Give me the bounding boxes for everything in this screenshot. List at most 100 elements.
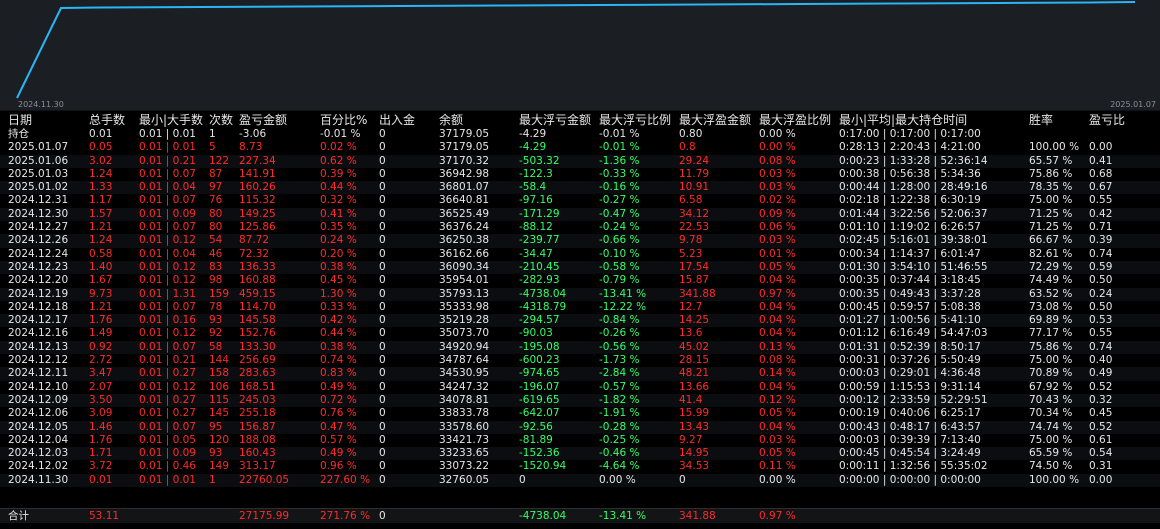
row-min-max-lots: 0.01 | 0.16 [139,314,196,327]
row-max-float-loss: -1520.94 [519,460,567,473]
row-pl-ratio: 0.68 [1089,167,1113,180]
row-max-float-loss-pct: -2.84 % [599,367,640,380]
daily-rows: 2025.01.07 0.05 0.01 | 0.01 5 8.73 0.02 % 0 371… [0,141,1160,488]
row-max-float-profit-pct: 0.04 % [759,314,796,327]
row-percent: 0.47 % [320,420,357,433]
row-pl-ratio: 0.74 [1089,247,1113,260]
row-max-float-profit: 17.54 [679,260,710,273]
row-balance: 32760.05 [439,473,490,486]
row-win-rate: 78.35 % [1029,181,1073,194]
row-pl-ratio: 0.52 [1089,420,1113,433]
row-min-max-lots: 0.01 | 0.04 [139,247,196,260]
row-percent: 0.72 % [320,393,357,406]
row-pl-ratio: 0.74 [1089,340,1113,353]
row-min-max-lots: 0.01 | 0.09 [139,207,196,220]
row-max-float-loss-pct: -0.25 % [599,433,640,446]
row-total-lots: 1.76 [89,433,113,446]
row-max-float-profit: 341.88 [679,287,716,300]
holding-max-float-profit-pct: 0.00 % [759,128,796,140]
table-row: 2025.01.07 0.05 0.01 | 0.01 5 8.73 0.02 % 0 371… [0,141,1160,154]
row-total-lots: 3.47 [89,367,113,380]
row-count: 87 [209,167,223,180]
row-hold-time: 0:00:35 | 0:37:44 | 3:18:45 [839,274,981,287]
row-max-float-loss: -81.89 [519,433,553,446]
row-hold-time: 0:00:38 | 0:56:38 | 5:34:36 [839,167,981,180]
row-total-lots: 1.46 [89,420,113,433]
row-balance: 36942.98 [439,167,490,180]
row-date: 2024.12.10 [8,380,69,393]
row-date: 2024.12.31 [8,194,69,207]
row-balance: 33073.22 [439,460,490,473]
row-hold-time: 0:00:45 | 0:59:57 | 5:08:38 [839,300,981,313]
row-min-max-lots: 0.01 | 0.12 [139,380,196,393]
row-min-max-lots: 0.01 | 0.05 [139,433,196,446]
row-pl-ratio: 0.50 [1089,300,1113,313]
row-percent: 0.74 % [320,354,357,367]
row-in-out: 0 [379,274,386,287]
table-row: 2024.12.19 9.73 0.01 | 1.31 159 459.15 1.30 %… [0,287,1160,301]
row-percent: 0.44 % [320,327,357,340]
row-pl-ratio: 0.31 [1089,460,1113,473]
row-max-float-loss-pct: -0.24 % [599,221,640,234]
row-pnl: 256.69 [239,354,276,367]
row-date: 2024.12.05 [8,420,69,433]
total-max-float-loss-pct: -13.41 % [599,510,647,522]
row-pl-ratio: 0.40 [1089,354,1113,367]
row-max-float-profit: 34.53 [679,460,710,473]
row-count: 158 [209,367,230,380]
row-max-float-loss-pct: -1.36 % [599,154,640,167]
row-pl-ratio: 0.50 [1089,274,1113,287]
total-pct: 271.76 % [320,510,371,522]
table-row: 2024.12.26 1.24 0.01 | 0.12 54 87.72 0.24 % 0 3… [0,234,1160,248]
row-hold-time: 0:00:44 | 1:28:00 | 28:49:16 [839,181,988,194]
row-count: 98 [209,274,223,287]
row-min-max-lots: 0.01 | 0.12 [139,327,196,340]
row-max-float-profit-pct: 0.00 % [759,141,796,154]
table-row: 2024.12.20 1.67 0.01 | 0.12 98 160.88 0.45 % 0… [0,274,1160,287]
table-row: 2024.12.09 3.50 0.01 | 0.27 115 245.03 0.72 %… [0,393,1160,408]
row-date: 2024.12.11 [8,367,69,380]
row-total-lots: 1.57 [89,207,113,220]
row-date: 2024.12.26 [8,234,69,247]
row-percent: 0.20 % [320,247,357,260]
row-balance: 37179.05 [439,141,490,154]
chart-end-date: 2025.01.07 [1110,100,1156,109]
row-hold-time: 0:00:45 | 0:45:54 | 3:24:49 [839,447,981,460]
row-max-float-loss: -282.93 [519,274,560,287]
row-percent: 0.57 % [320,433,357,446]
row-max-float-profit: 28.15 [679,354,710,367]
row-date: 2024.12.17 [8,314,69,327]
chart-start-date: 2024.11.30 [18,100,64,109]
total-row: 合计 53.11 27175.99 271.76 % 0 -4738.04 -1… [0,508,1160,523]
row-max-float-profit-pct: 0.04 % [759,327,796,340]
row-in-out: 0 [379,473,386,486]
table-row: 2024.12.31 1.17 0.01 | 0.07 76 115.32 0.32 % 0… [0,194,1160,207]
row-total-lots: 1.21 [89,300,113,313]
row-min-max-lots: 0.01 | 0.09 [139,447,196,460]
header-max-float-loss: 最大浮亏金额 [519,113,592,127]
row-max-float-profit: 15.99 [679,407,710,420]
row-pl-ratio: 0.39 [1089,234,1113,247]
row-total-lots: 1.24 [89,234,113,247]
row-win-rate: 70.43 % [1029,393,1073,406]
row-total-lots: 0.05 [89,141,113,154]
row-max-float-profit: 14.25 [679,314,710,327]
row-pnl: 87.72 [239,234,270,247]
row-balance: 36640.81 [439,194,490,207]
row-date: 2024.12.13 [8,340,69,353]
row-total-lots: 1.17 [89,194,113,207]
holding-max-float-loss-pct: -0.01 % [599,128,640,140]
row-pl-ratio: 0.32 [1089,393,1113,406]
row-balance: 33578.60 [439,420,490,433]
row-win-rate: 100.00 % [1029,141,1080,154]
table-row: 2024.11.30 0.01 0.01 | 0.01 1 22760.05 227.60… [0,473,1160,488]
row-percent: 0.02 % [320,141,357,154]
row-hold-time: 0:00:12 | 2:33:59 | 52:29:51 [839,393,988,406]
row-date: 2024.12.19 [8,287,69,300]
header-pnl: 盈亏金额 [239,113,288,127]
row-hold-time: 0:00:43 | 0:48:17 | 6:43:57 [839,420,981,433]
table-header: 日期 总手数 最小|大手数 次数 盈亏金额 百分比% 出入金 余额 最大浮亏金额… [0,113,1160,128]
row-total-lots: 0.92 [89,340,113,353]
balance-line [16,1,1136,99]
table-row: 2024.12.27 1.21 0.01 | 0.07 80 125.86 0.35 % 0… [0,221,1160,234]
